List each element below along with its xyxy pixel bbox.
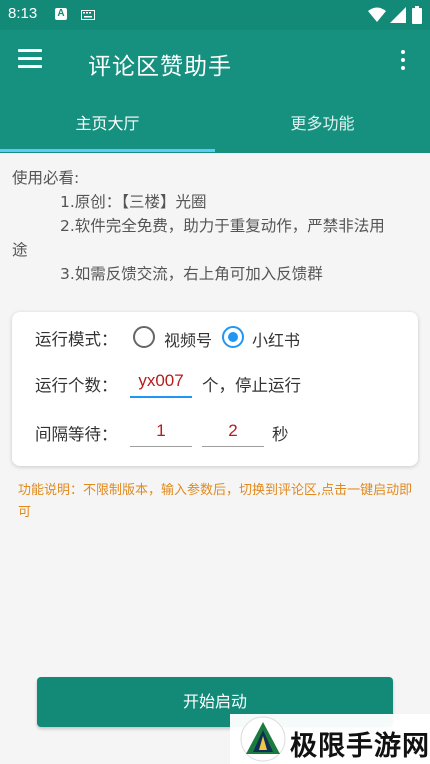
hamburger-menu-icon[interactable] xyxy=(18,49,48,75)
notice-line-3: 3.如需反馈交流，右上角可加入反馈群 xyxy=(60,265,323,283)
notice-line-2: 2.软件完全免费，助力于重复动作，严禁非法用 xyxy=(60,217,385,235)
watermark-text: 极限手游网 xyxy=(290,731,430,762)
wifi-icon xyxy=(368,7,386,22)
radio-xiaohongshu[interactable] xyxy=(222,326,244,348)
keyboard-icon xyxy=(81,10,95,20)
settings-card: 运行模式： 视频号 小红书 运行个数： yx007 个，停止运行 间隔等待： 1… xyxy=(12,312,418,466)
radio-video-channel[interactable] xyxy=(133,326,155,348)
signal-icon xyxy=(390,7,406,23)
tab-bar: 主页大厅 更多功能 xyxy=(0,95,430,153)
watermark-logo-icon xyxy=(240,716,286,762)
app-notification-icon: A xyxy=(55,8,67,20)
notice-line-1: 1.原创：【三楼】光圈 xyxy=(60,193,207,211)
radio-xiaohongshu-label[interactable]: 小红书 xyxy=(252,327,300,351)
app-title: 评论区赞助手 xyxy=(88,54,232,80)
status-bar: 8:13 A xyxy=(0,0,430,30)
mode-label: 运行模式： xyxy=(35,330,118,349)
interval-max-input[interactable]: 2 xyxy=(202,416,264,447)
usage-notice: 使用必看: 1.原创：【三楼】光圈 2.软件完全免费，助力于重复动作，严禁非法用… xyxy=(12,166,417,286)
status-time: 8:13 xyxy=(8,5,38,22)
notice-heading: 使用必看: xyxy=(12,169,80,187)
count-label: 运行个数： xyxy=(35,376,118,395)
watermark: 极限手游网 xyxy=(230,714,430,764)
interval-label: 间隔等待： xyxy=(35,425,118,444)
tab-home-hall[interactable]: 主页大厅 xyxy=(0,95,215,153)
interval-min-input[interactable]: 1 xyxy=(130,416,192,447)
feature-description: 功能说明：不限制版本，输入参数后，切换到评论区,点击一键启动即可 xyxy=(18,483,413,520)
app-bar: 评论区赞助手 xyxy=(0,30,430,95)
count-input[interactable]: yx007 xyxy=(130,366,192,398)
more-vert-icon[interactable] xyxy=(396,50,410,76)
interval-unit: 秒 xyxy=(272,425,289,444)
tab-indicator xyxy=(0,149,215,152)
radio-video-channel-label[interactable]: 视频号 xyxy=(164,327,212,351)
count-suffix: 个，停止运行 xyxy=(202,376,301,395)
notice-line-2-cont: 途 xyxy=(12,241,28,259)
tab-more-features[interactable]: 更多功能 xyxy=(215,95,430,153)
battery-icon xyxy=(412,6,422,24)
